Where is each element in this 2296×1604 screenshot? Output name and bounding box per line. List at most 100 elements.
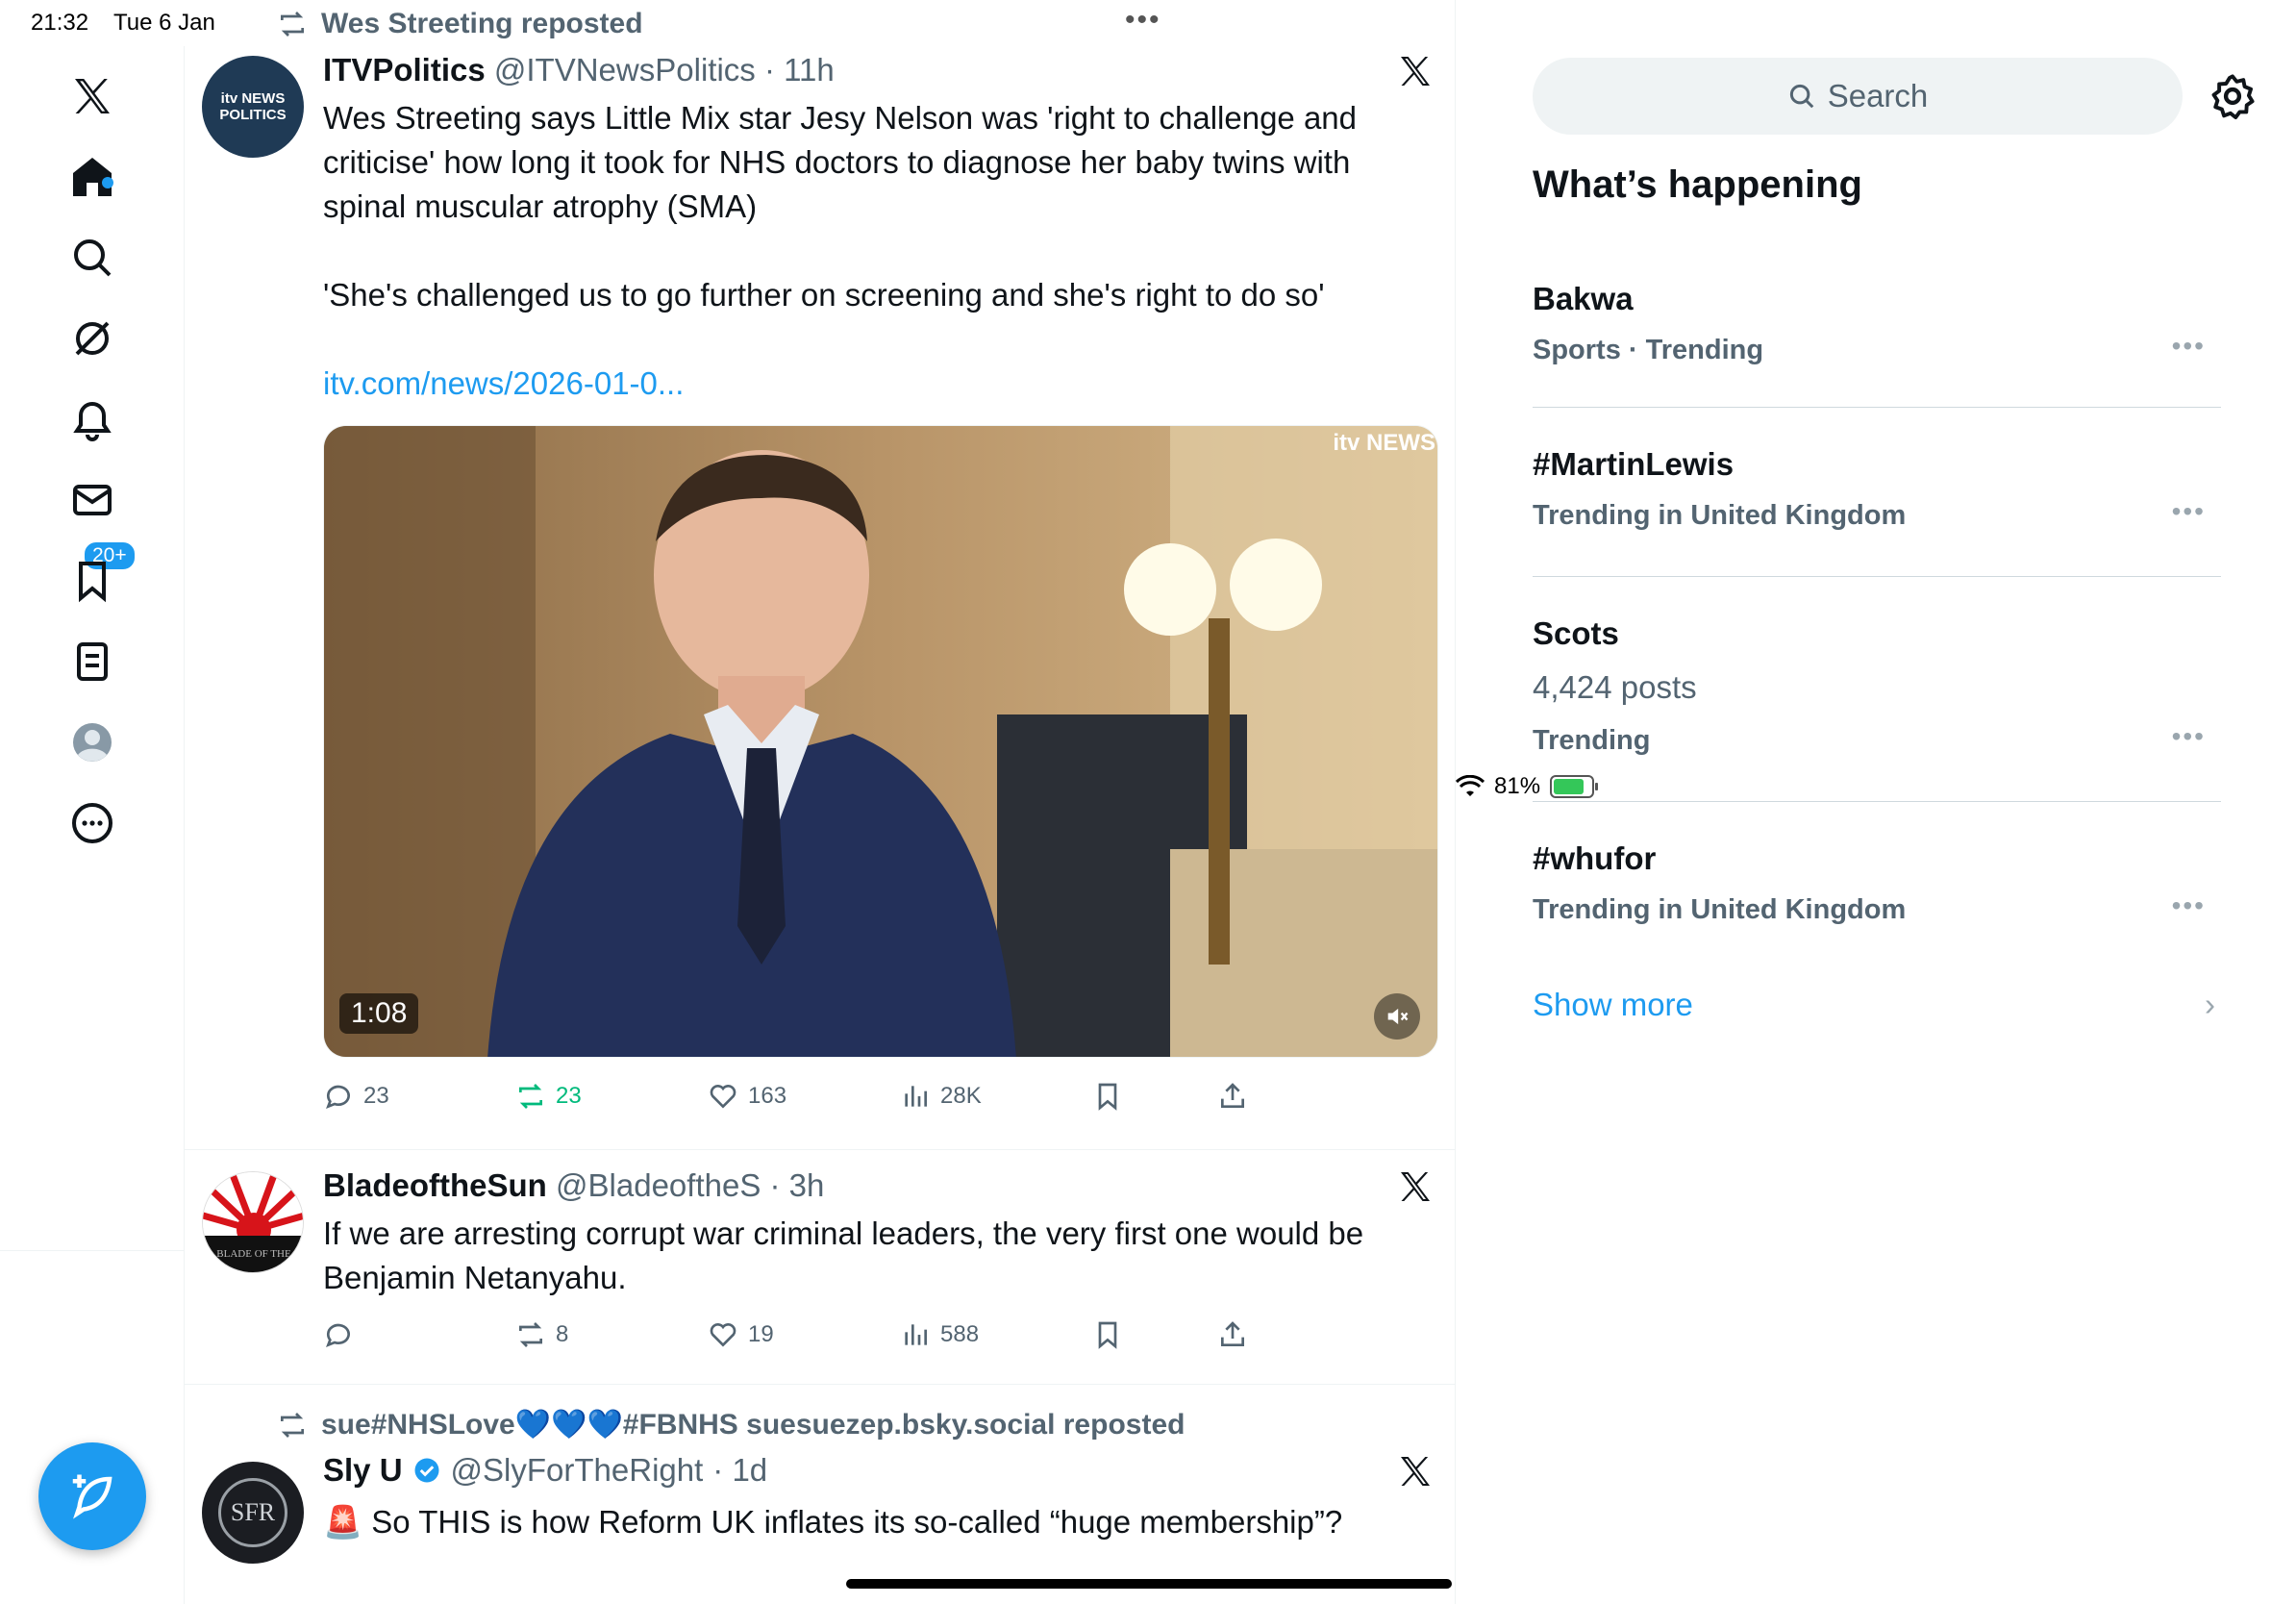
trend-more-icon[interactable]: ••• — [2172, 721, 2206, 752]
timeline-feed: Wes Streeting reposted itv NEWS POLITICS… — [185, 0, 1456, 1604]
grok-icon[interactable] — [58, 304, 127, 373]
share-icon — [1221, 1083, 1244, 1108]
avatar-text-line-2: POLITICS — [219, 107, 287, 123]
view-count: 28K — [940, 1083, 982, 1109]
post-text: If we are arresting corrupt war criminal… — [323, 1216, 1364, 1295]
bookmark-button[interactable] — [1092, 1081, 1123, 1112]
author-name[interactable]: ITVPolitics — [323, 52, 486, 88]
left-navigation: 20+ — [0, 46, 185, 1604]
post-header: Sly U @SlyForTheRight · 1d — [323, 1452, 767, 1489]
trend-more-icon[interactable]: ••• — [2172, 890, 2206, 921]
share-button[interactable] — [1217, 1081, 1248, 1112]
views-chart-icon — [905, 1086, 927, 1107]
post-itvpolitics[interactable]: Wes Streeting reposted itv NEWS POLITICS… — [185, 0, 1456, 1150]
right-sidebar: Search What’s happening Bakwa Sports · T… — [1456, 46, 2296, 1604]
reply-button[interactable]: 23 — [323, 1081, 389, 1112]
rising-sun-avatar-icon: BLADE OF THE — [203, 1172, 303, 1272]
avatar[interactable]: SFR — [202, 1462, 304, 1564]
repost-button[interactable]: 23 — [515, 1081, 582, 1112]
post-actions: 23 23 163 28K — [323, 1081, 1285, 1119]
author-name[interactable]: Sly U — [323, 1452, 403, 1489]
search-placeholder: Search — [1827, 78, 1929, 113]
reply-icon — [326, 1085, 350, 1110]
trend-name: #MartinLewis — [1533, 446, 1734, 482]
trend-item[interactable]: #whufor Trending in United Kingdom ••• — [1533, 802, 2221, 965]
mute-button[interactable] — [1374, 993, 1420, 1040]
repost-button[interactable]: 8 — [515, 1319, 568, 1350]
avatar-text-line-1: itv NEWS — [220, 90, 286, 107]
bookmark-button[interactable] — [1092, 1319, 1123, 1350]
author-handle[interactable]: @ITVNewsPolitics — [494, 52, 756, 88]
search-icon[interactable] — [58, 223, 127, 292]
compose-feather-icon — [72, 1474, 112, 1519]
settings-gear-icon[interactable] — [2208, 71, 2258, 121]
trend-meta: Trending in United Kingdom — [1533, 894, 1907, 925]
status-time: 21:32 — [31, 10, 89, 36]
post-bladeofthesun[interactable]: BLADE OF THE BladeoftheSun @BladeoftheS … — [185, 1150, 1456, 1385]
x-logo-icon — [1401, 57, 1430, 86]
repost-indicator: Wes Streeting reposted — [277, 8, 643, 40]
post-text: 🚨 So THIS is how Reform UK inflates its … — [323, 1504, 1343, 1540]
post-time: · 3h — [769, 1167, 825, 1203]
repost-by-text: Wes Streeting reposted — [321, 8, 643, 39]
lists-icon[interactable] — [58, 627, 127, 696]
author-handle[interactable]: @BladeoftheS — [556, 1167, 761, 1203]
section-title: What’s happening — [1533, 163, 1862, 206]
x-logo-icon[interactable] — [58, 62, 127, 131]
views-chart-icon — [905, 1324, 927, 1345]
muted-speaker-icon — [1387, 1008, 1409, 1025]
post-slyu[interactable]: sue#NHSLove💙💙💙#FBNHS suesuezep.bsky.soci… — [185, 1385, 1456, 1604]
post-link[interactable]: itv.com/news/2026-01-0... — [323, 362, 1419, 406]
like-button[interactable]: 163 — [708, 1081, 786, 1112]
trend-name: #whufor — [1533, 840, 1657, 876]
repost-icon — [519, 1322, 542, 1347]
trend-item[interactable]: Scots 4,424 posts Trending ••• — [1533, 577, 2221, 802]
compose-post-button[interactable] — [38, 1442, 146, 1550]
views-button[interactable]: 588 — [900, 1319, 979, 1350]
avatar[interactable]: itv NEWS POLITICS — [202, 56, 304, 158]
post-header: ITVPolitics @ITVNewsPolitics · 11h — [323, 52, 835, 88]
more-options-icon[interactable] — [58, 789, 127, 858]
reply-icon — [326, 1323, 350, 1348]
verified-badge-icon — [414, 1458, 439, 1483]
messages-envelope-icon[interactable] — [58, 465, 127, 535]
home-indicator[interactable] — [846, 1579, 1452, 1589]
author-name[interactable]: BladeoftheSun — [323, 1167, 547, 1203]
avatar[interactable]: BLADE OF THE — [202, 1171, 304, 1273]
repost-indicator: sue#NHSLove💙💙💙#FBNHS suesuezep.bsky.soci… — [277, 1408, 1185, 1441]
trend-name: Scots — [1533, 615, 1619, 651]
like-count: 19 — [748, 1321, 774, 1347]
show-more-label: Show more — [1533, 987, 1693, 1022]
trend-post-count: 4,424 posts — [1533, 669, 1697, 705]
like-count: 163 — [748, 1083, 787, 1109]
trend-more-icon[interactable]: ••• — [2172, 496, 2206, 527]
repost-icon — [281, 12, 304, 37]
search-input[interactable]: Search — [1533, 58, 2183, 135]
repost-icon — [281, 1412, 304, 1438]
video-duration: 1:08 — [339, 993, 419, 1034]
author-handle[interactable]: @SlyForTheRight — [451, 1452, 704, 1489]
share-button[interactable] — [1217, 1319, 1248, 1350]
views-button[interactable]: 28K — [900, 1081, 982, 1112]
trend-item[interactable]: Bakwa Sports · Trending ••• — [1533, 265, 2221, 408]
like-button[interactable]: 19 — [708, 1319, 774, 1350]
search-icon — [1789, 84, 1814, 109]
trend-meta: Trending in United Kingdom — [1533, 500, 1907, 531]
share-icon — [1221, 1321, 1244, 1346]
notifications-bell-icon[interactable] — [58, 385, 127, 454]
trend-item[interactable]: #MartinLewis Trending in United Kingdom … — [1533, 408, 2221, 577]
post-header: BladeoftheSun @BladeoftheS · 3h — [323, 1167, 824, 1204]
bookmarks-icon[interactable] — [58, 546, 127, 615]
post-video[interactable]: itv NEWS 1:08 — [323, 425, 1438, 1058]
profile-avatar-icon[interactable] — [58, 708, 127, 777]
reply-button[interactable] — [323, 1319, 363, 1350]
trend-more-icon[interactable]: ••• — [2172, 331, 2206, 362]
home-unread-dot — [102, 177, 113, 188]
show-more-link[interactable]: Show more › — [1533, 987, 2221, 1023]
heart-icon — [710, 1085, 736, 1109]
x-logo-icon — [1401, 1457, 1430, 1486]
post-time: · 1d — [712, 1452, 768, 1488]
bookmark-icon — [1098, 1321, 1117, 1349]
repost-icon — [519, 1084, 542, 1109]
home-icon[interactable] — [58, 142, 127, 212]
